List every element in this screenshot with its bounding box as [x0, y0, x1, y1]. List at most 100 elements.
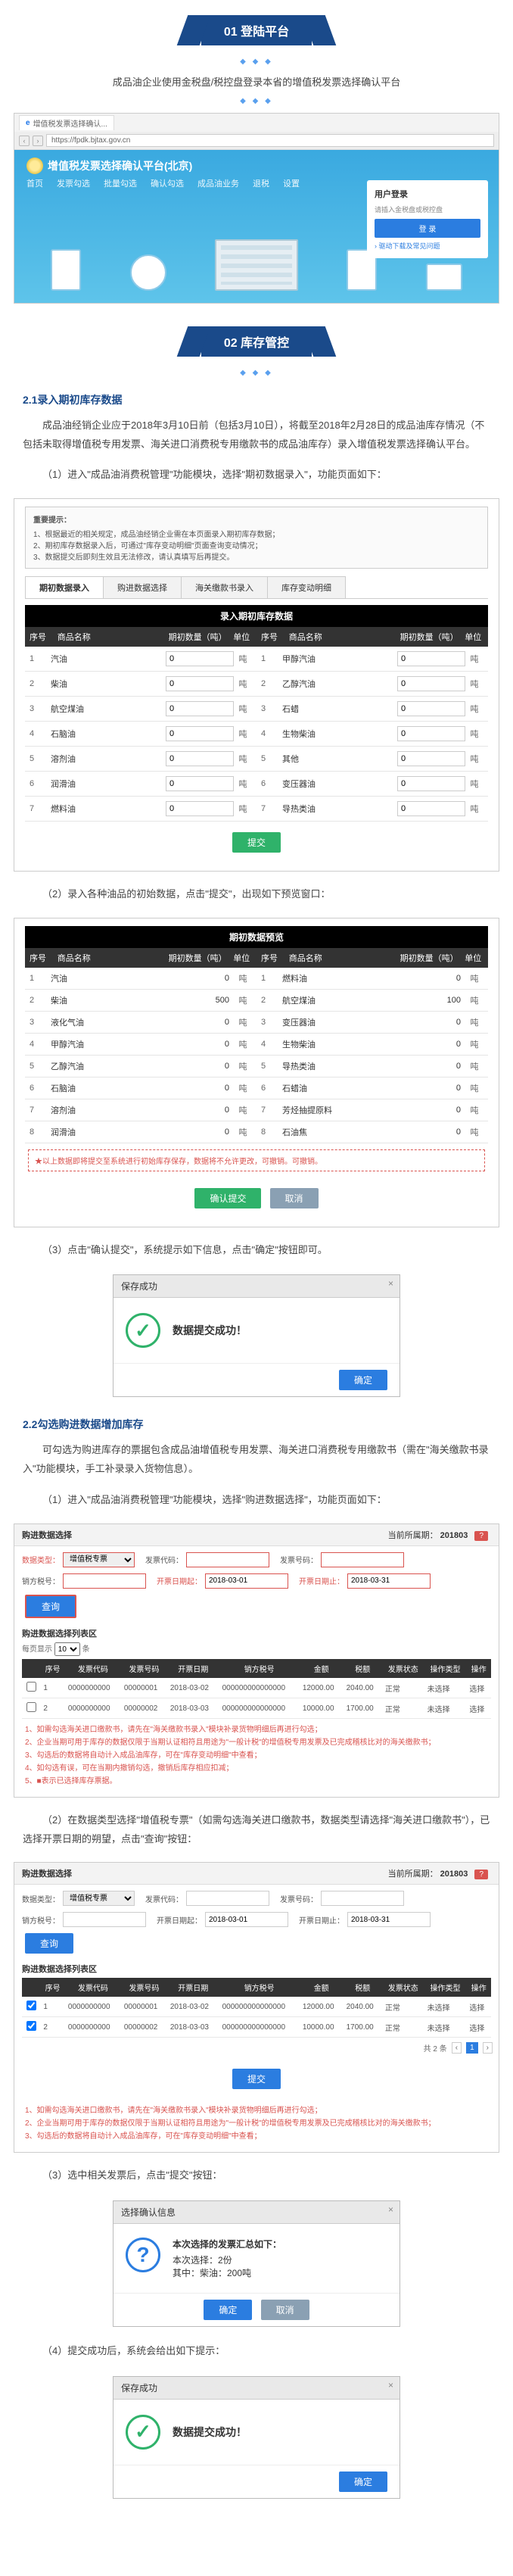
pager-current[interactable]: 1 [466, 2042, 478, 2054]
submit-button[interactable]: 提交 [232, 2069, 281, 2089]
confirm-line: 本次选择：2份 [173, 2253, 281, 2266]
nav-forward-icon[interactable]: › [33, 136, 43, 146]
ie-icon: e [26, 119, 30, 127]
qty-input[interactable] [166, 701, 234, 716]
code-input[interactable] [186, 1552, 269, 1567]
question-icon: ? [126, 2238, 160, 2272]
qty-input[interactable] [397, 751, 465, 766]
close-icon[interactable]: × [388, 1278, 393, 1289]
menu-item[interactable]: 退税 [253, 177, 269, 189]
table-title: 录入期初库存数据 [25, 605, 488, 627]
notes-list: 1、如需勾选海关进口缴款书，请先在"海关缴款书录入"模块补录货物明细后再进行勾选… [14, 1719, 499, 1797]
qty-input[interactable] [397, 651, 465, 666]
tax-emblem-icon [26, 157, 43, 174]
table-row: 1汽油吨1甲醇汽油吨 [25, 647, 488, 672]
table-body: 1汽油吨1甲醇汽油吨2柴油吨2乙醇汽油吨3航空煤油吨3石蜡吨4石脑油吨4生物柴油… [25, 647, 488, 822]
ok-button[interactable]: 确定 [204, 2300, 252, 2320]
qty-input[interactable] [397, 776, 465, 791]
cancel-button[interactable]: 取消 [261, 2300, 309, 2320]
sub-2-1: 2.1录入期初库存数据 [0, 382, 513, 410]
period-label: 当前所属期： [388, 1531, 438, 1540]
query-button[interactable]: 查询 [25, 1595, 76, 1618]
dots: ◆ ◆ ◆ [0, 369, 513, 377]
preview-panel: 期初数据预览 序号 商品名称 期初数量（吨） 单位 序号 商品名称 期初数量（吨… [14, 918, 499, 1227]
help-icon[interactable]: ? [474, 1870, 488, 1879]
purchase-panel-2: 购进数据选择 当前所属期： 201803 ? 数据类型：增值税专票 发票代码： … [14, 1862, 499, 2153]
tab-strip: 期初数据录入 购进数据选择 海关缴款书录入 库存变动明细 [25, 576, 488, 599]
dots: ◆ ◆ ◆ [0, 97, 513, 105]
qty-input[interactable] [166, 801, 234, 816]
notes-list: 1、如需勾选海关进口缴款书，请先在"海关缴款书录入"模块补录货物明细后再进行勾选… [14, 2100, 499, 2152]
qty-input[interactable] [166, 726, 234, 741]
table-row: 6润滑油吨6变压器油吨 [25, 772, 488, 797]
browser-tab[interactable]: e 增值税发票选择确认... [19, 115, 114, 130]
menu-item[interactable]: 发票勾选 [57, 177, 90, 189]
hint-line: 1、根据最近的相关规定，成品油经销企业需在本页面录入期初库存数据； [33, 528, 480, 539]
table-row: 7溶剂油0吨7芳烃抽提原料0吨 [25, 1099, 488, 1121]
tab-purchase[interactable]: 购进数据选择 [103, 576, 182, 598]
preview-header: 序号 商品名称 期初数量（吨） 单位 序号 商品名称 期初数量（吨） 单位 [25, 948, 488, 968]
hint-title: 重要提示： [33, 513, 480, 525]
menu-item[interactable]: 批量勾选 [104, 177, 137, 189]
para: 成品油经销企业应于2018年3月10日前（包括3月10日），将截至2018年2月… [0, 410, 513, 460]
qty-input[interactable] [397, 701, 465, 716]
ok-button[interactable]: 确定 [339, 2472, 387, 2492]
menu-item[interactable]: 确认勾选 [151, 177, 184, 189]
no-input[interactable] [321, 1552, 404, 1567]
menu-item[interactable]: 首页 [26, 177, 43, 189]
date-to-input[interactable] [347, 1573, 431, 1589]
para: （2）在数据类型选择"增值税专票"（如需勾选海关进口缴款书，数据类型请选择"海关… [0, 1805, 513, 1854]
qty-input[interactable] [166, 676, 234, 691]
menu-item[interactable]: 设置 [283, 177, 300, 189]
qty-input[interactable] [166, 751, 234, 766]
pager-prev[interactable]: ‹ [452, 2042, 462, 2054]
para: （1）进入"成品油消费税管理"功能模块，选择"期初数据录入"，功能页面如下： [0, 460, 513, 491]
tab-inventory-log[interactable]: 库存变动明细 [267, 576, 346, 598]
login-help-link[interactable]: › 驱动下载及常见问题 [375, 241, 480, 251]
seller-input[interactable] [63, 1573, 146, 1589]
para: （4）提交成功后，系统会给出如下提示： [0, 2336, 513, 2367]
table-row: 4石脑油吨4生物柴油吨 [25, 722, 488, 747]
seller-input[interactable] [63, 1912, 146, 1927]
cancel-button[interactable]: 取消 [270, 1188, 319, 1208]
row-checkbox[interactable] [26, 1682, 36, 1692]
help-icon[interactable]: ? [474, 1531, 488, 1541]
qty-input[interactable] [166, 651, 234, 666]
date-from-input[interactable] [205, 1573, 288, 1589]
login-button[interactable]: 登 录 [375, 219, 480, 238]
date-to-input[interactable] [347, 1912, 431, 1927]
success-modal-1: 保存成功 × ✓ 数据提交成功！ 确定 [113, 1274, 400, 1397]
para: 可勾选为购进库存的票据包含成品油增值税专用发票、海关进口消费税专用缴款书（需在"… [0, 1435, 513, 1484]
type-select[interactable]: 增值税专票 [63, 1891, 135, 1906]
modal-title: 选择确认信息 [121, 2207, 176, 2218]
preview-title: 期初数据预览 [25, 926, 488, 948]
query-button[interactable]: 查询 [25, 1933, 73, 1954]
page-size-select[interactable]: 10 [54, 1642, 80, 1656]
close-icon[interactable]: × [388, 2380, 393, 2390]
row-checkbox[interactable] [26, 2021, 36, 2031]
tab-customs[interactable]: 海关缴款书录入 [181, 576, 268, 598]
qty-input[interactable] [397, 801, 465, 816]
code-input[interactable] [186, 1891, 269, 1906]
confirm-submit-button[interactable]: 确认提交 [194, 1188, 261, 1208]
para: （3）点击"确认提交"，系统提示如下信息，点击"确定"按钮即可。 [0, 1235, 513, 1266]
qty-input[interactable] [397, 676, 465, 691]
pager-next[interactable]: › [483, 2042, 493, 2054]
type-select[interactable]: 增值税专票 [63, 1552, 135, 1567]
qty-input[interactable] [166, 776, 234, 791]
menu-item[interactable]: 成品油业务 [197, 177, 239, 189]
qty-input[interactable] [397, 726, 465, 741]
row-checkbox[interactable] [26, 2001, 36, 2010]
date-from-input[interactable] [205, 1912, 288, 1927]
ok-button[interactable]: 确定 [339, 1370, 387, 1390]
close-icon[interactable]: × [388, 2204, 393, 2215]
row-checkbox[interactable] [26, 1702, 36, 1712]
modal-title: 保存成功 [121, 2383, 157, 2394]
check-icon: ✓ [126, 1313, 160, 1348]
nav-back-icon[interactable]: ‹ [19, 136, 30, 146]
tab-initial-entry[interactable]: 期初数据录入 [25, 576, 104, 598]
address-bar[interactable]: https://fpdk.bjtax.gov.cn [46, 134, 494, 147]
table-row: 10000000000000000012018-03-0200000000000… [22, 1997, 491, 2017]
submit-button[interactable]: 提交 [232, 832, 281, 853]
no-input[interactable] [321, 1891, 404, 1906]
